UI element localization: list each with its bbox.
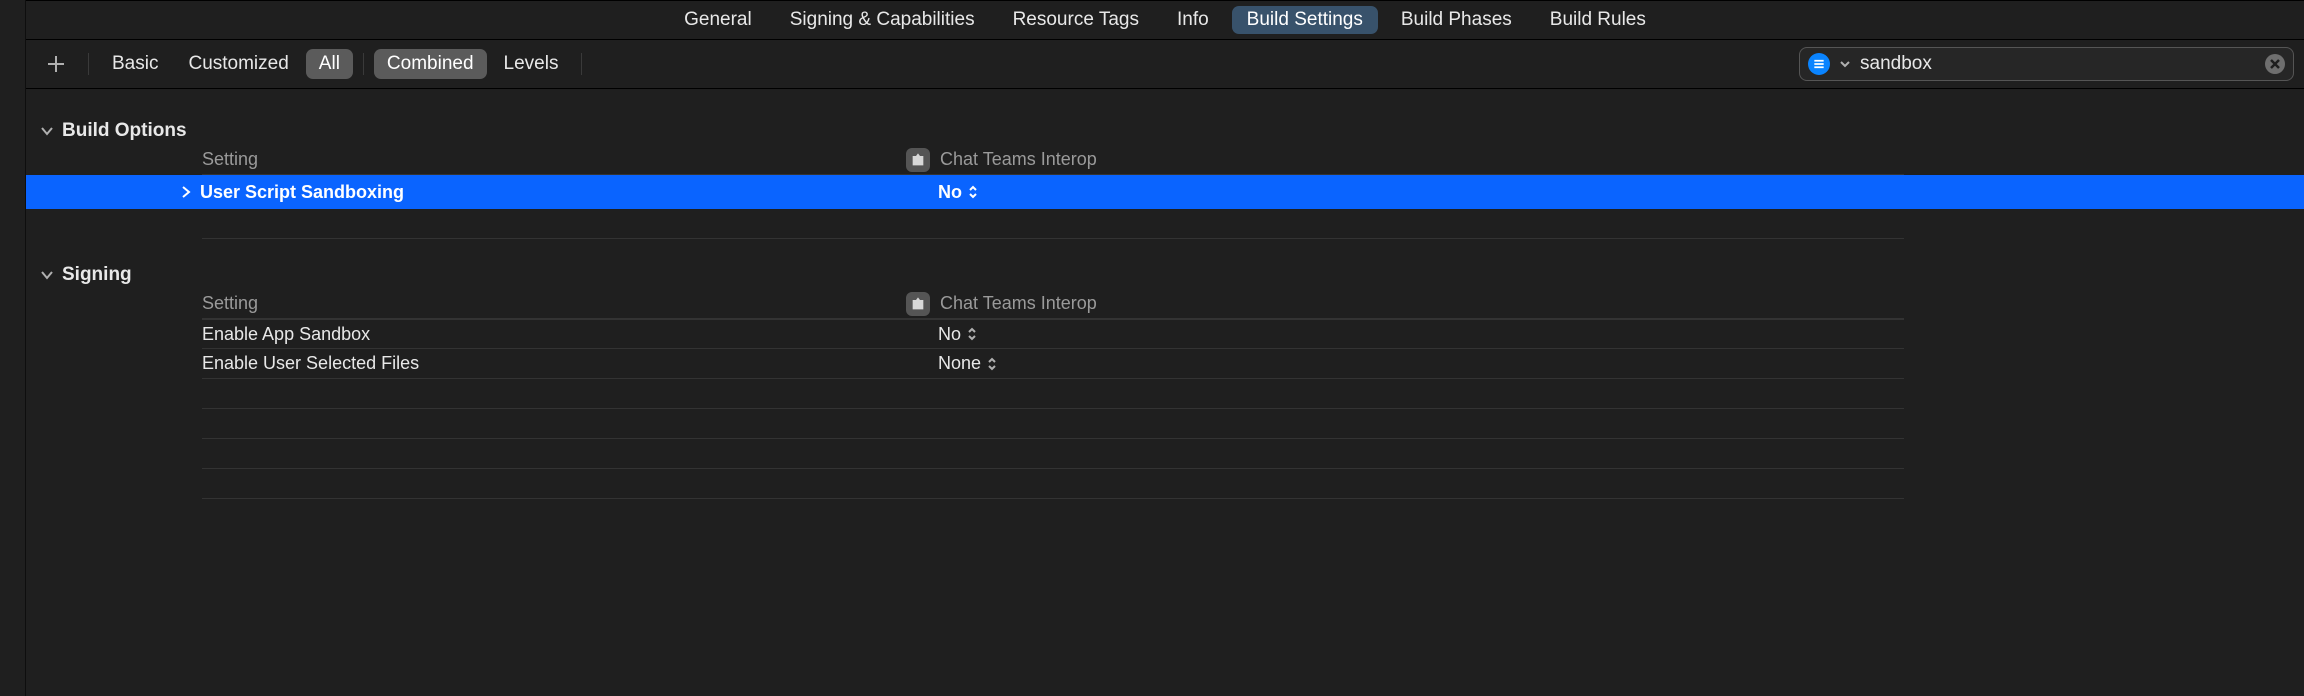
- tab-build-settings[interactable]: Build Settings: [1232, 6, 1378, 34]
- add-button[interactable]: [42, 53, 70, 75]
- column-header-target: Chat Teams Interop: [940, 149, 1097, 170]
- column-header-row: Setting Chat Teams Interop: [202, 289, 1904, 319]
- filter-levels[interactable]: Levels: [491, 49, 572, 79]
- stepper-icon: [968, 185, 978, 199]
- setting-value[interactable]: No: [938, 324, 1904, 345]
- empty-row: [202, 409, 1904, 439]
- tab-general[interactable]: General: [669, 6, 767, 34]
- filter-combined[interactable]: Combined: [374, 49, 487, 79]
- separator: [363, 53, 364, 75]
- empty-row: [202, 379, 1904, 409]
- setting-value-text: None: [938, 353, 981, 374]
- empty-row: [202, 469, 1904, 499]
- stepper-icon: [967, 327, 977, 341]
- search-scope-icon[interactable]: [1808, 53, 1830, 75]
- left-gutter: [0, 0, 26, 696]
- tab-build-rules[interactable]: Build Rules: [1535, 6, 1661, 34]
- chevron-down-icon: [40, 124, 54, 138]
- plus-icon: [45, 53, 67, 75]
- filter-basic[interactable]: Basic: [99, 49, 171, 79]
- chevron-right-icon[interactable]: [180, 186, 192, 198]
- setting-row[interactable]: Enable User Selected Files None: [202, 349, 1904, 379]
- tab-signing-capabilities[interactable]: Signing & Capabilities: [775, 6, 990, 34]
- target-icon: [906, 148, 930, 172]
- setting-name: Enable User Selected Files: [202, 353, 419, 374]
- column-header-target: Chat Teams Interop: [940, 293, 1097, 314]
- setting-name: Enable App Sandbox: [202, 324, 370, 345]
- filter-customized[interactable]: Customized: [175, 49, 301, 79]
- setting-value-text: No: [938, 182, 962, 203]
- section-signing: Signing Setting Chat Teams Interop Enabl…: [26, 261, 2304, 499]
- clear-search-button[interactable]: [2265, 54, 2285, 74]
- chevron-down-icon: [1840, 59, 1850, 69]
- setting-value-text: No: [938, 324, 961, 345]
- section-title: Build Options: [62, 120, 187, 142]
- stepper-icon: [987, 357, 997, 371]
- section-build-options: Build Options Setting Chat Teams Interop: [26, 117, 2304, 261]
- setting-row[interactable]: Enable App Sandbox No: [202, 319, 1904, 349]
- section-title: Signing: [62, 264, 132, 286]
- setting-value[interactable]: None: [938, 353, 1904, 374]
- empty-row: [202, 439, 1904, 469]
- section-header[interactable]: Build Options: [26, 117, 2304, 145]
- column-header-row: Setting Chat Teams Interop: [202, 145, 1904, 175]
- tab-resource-tags[interactable]: Resource Tags: [998, 6, 1154, 34]
- section-header[interactable]: Signing: [26, 261, 2304, 289]
- filter-all[interactable]: All: [306, 49, 353, 79]
- target-icon: [906, 292, 930, 316]
- column-header-setting: Setting: [202, 149, 938, 170]
- editor-tabs: General Signing & Capabilities Resource …: [26, 0, 2304, 40]
- tab-build-phases[interactable]: Build Phases: [1386, 6, 1527, 34]
- setting-name: User Script Sandboxing: [200, 182, 404, 203]
- setting-value[interactable]: No: [938, 182, 1904, 203]
- separator: [581, 53, 582, 75]
- tab-info[interactable]: Info: [1162, 6, 1224, 34]
- search-field[interactable]: [1799, 47, 2294, 81]
- settings-content[interactable]: Build Options Setting Chat Teams Interop: [26, 89, 2304, 696]
- filter-bar: Basic Customized All Combined Levels: [26, 40, 2304, 89]
- search-input[interactable]: [1860, 53, 2255, 75]
- chevron-down-icon: [40, 268, 54, 282]
- empty-row: [202, 209, 1904, 239]
- column-header-setting: Setting: [202, 293, 938, 314]
- close-icon: [2269, 58, 2281, 70]
- setting-row[interactable]: User Script Sandboxing No: [202, 175, 1904, 209]
- separator: [88, 53, 89, 75]
